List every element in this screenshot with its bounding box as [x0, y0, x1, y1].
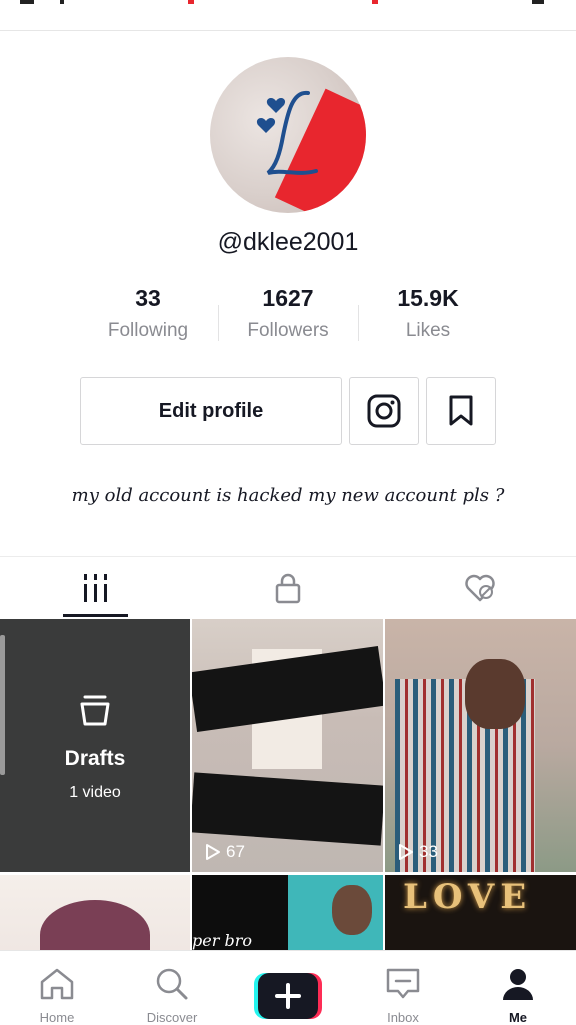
search-icon [156, 968, 188, 1000]
thumbnail-head [332, 885, 372, 935]
thumbnail-shape [192, 646, 383, 732]
play-icon [399, 844, 413, 860]
content-tabs [0, 556, 576, 619]
active-tab-indicator [63, 614, 128, 617]
thumbnail-shape [192, 772, 383, 846]
tab-private[interactable] [238, 557, 338, 619]
nav-inbox[interactable]: Inbox [353, 951, 453, 1025]
thumbnail-head [465, 659, 525, 729]
view-count-value: 67 [226, 842, 245, 861]
status-top-bar [0, 0, 576, 31]
play-icon [206, 844, 220, 860]
hidden-heart-icon [465, 574, 495, 602]
nav-discover[interactable]: Discover [122, 951, 222, 1025]
profile-icon [503, 969, 533, 1000]
stat-label: Likes [405, 320, 451, 341]
instagram-icon [367, 394, 401, 428]
nav-home[interactable]: Home [7, 951, 107, 1025]
drafts-tile[interactable]: Drafts 1 video [0, 619, 190, 872]
video-thumbnail[interactable]: LOVE [385, 875, 576, 959]
nav-label: Home [39, 1010, 75, 1025]
drafts-box-icon [80, 695, 110, 726]
lock-icon [275, 573, 301, 604]
instagram-button[interactable] [349, 377, 419, 445]
top-bar-mark [372, 0, 378, 4]
nav-label: Me [508, 1010, 528, 1025]
tab-videos[interactable] [46, 557, 146, 619]
bookmark-icon [449, 395, 473, 426]
view-count: 67 [204, 842, 245, 862]
thumbnail-caption: LOVE [403, 877, 533, 917]
top-bar-mark [60, 0, 64, 4]
create-plus-button[interactable] [254, 973, 322, 1019]
letter-l-tattoo-icon [256, 90, 318, 175]
inbox-icon [386, 968, 420, 999]
username: @dklee2001 [217, 228, 359, 256]
top-bar-mark [20, 0, 34, 4]
home-icon [40, 968, 74, 1000]
drafts-count: 1 video [69, 784, 121, 801]
stat-value: 15.9K [397, 285, 459, 311]
drafts-title: Drafts [64, 747, 126, 770]
top-bar-mark [188, 0, 194, 4]
video-grid: Drafts 1 video 67 33 per bro LOVE [0, 619, 576, 959]
stat-likes[interactable]: 15.9K Likes [358, 285, 498, 342]
avatar[interactable] [210, 57, 366, 213]
bio-text: my old account is hacked my new account … [71, 485, 505, 506]
video-thumbnail[interactable]: per bro [192, 875, 383, 959]
tab-liked[interactable] [430, 557, 530, 619]
view-count-value: 33 [419, 842, 438, 861]
view-count: 33 [397, 842, 438, 862]
edit-profile-button[interactable]: Edit profile [80, 377, 342, 445]
favorites-button[interactable] [426, 377, 496, 445]
nav-me[interactable]: Me [468, 951, 568, 1025]
video-thumbnail[interactable]: 67 [192, 619, 383, 872]
nav-label: Inbox [387, 1010, 419, 1025]
stat-followers[interactable]: 1627 Followers [218, 285, 358, 342]
stat-value: 33 [135, 285, 161, 311]
video-thumbnail[interactable] [0, 875, 190, 959]
stat-value: 1627 [262, 285, 314, 311]
thumbnail-caption: per bro [192, 931, 252, 950]
stat-following[interactable]: 33 Following [78, 285, 218, 342]
stat-label: Following [107, 320, 189, 341]
stat-label: Followers [247, 320, 329, 341]
video-thumbnail[interactable]: 33 [385, 619, 576, 872]
grid-lines-icon [84, 574, 107, 602]
top-bar-mark [532, 0, 544, 4]
nav-label: Discover [146, 1010, 198, 1025]
